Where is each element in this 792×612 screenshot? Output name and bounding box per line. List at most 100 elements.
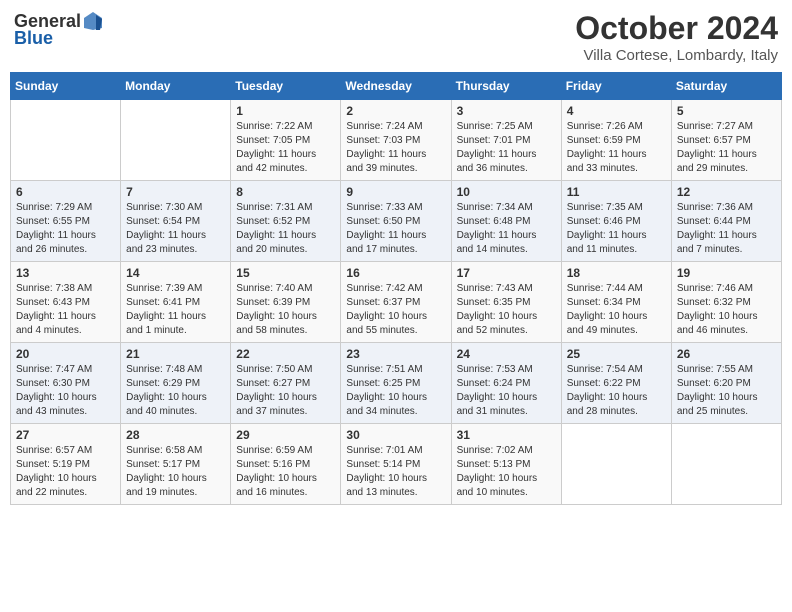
day-number: 6 (16, 185, 115, 199)
day-number: 15 (236, 266, 335, 280)
day-info: Sunrise: 7:47 AMSunset: 6:30 PMDaylight:… (16, 363, 115, 419)
calendar-cell: 14Sunrise: 7:39 AMSunset: 6:41 PMDayligh… (121, 262, 231, 343)
day-info: Sunrise: 6:59 AMSunset: 5:16 PMDaylight:… (236, 444, 335, 500)
day-number: 17 (457, 266, 556, 280)
day-info: Sunrise: 7:33 AMSunset: 6:50 PMDaylight:… (346, 201, 445, 257)
day-info: Sunrise: 7:43 AMSunset: 6:35 PMDaylight:… (457, 282, 556, 338)
day-number: 30 (346, 428, 445, 442)
day-info: Sunrise: 7:22 AMSunset: 7:05 PMDaylight:… (236, 120, 335, 176)
day-info: Sunrise: 6:57 AMSunset: 5:19 PMDaylight:… (16, 444, 115, 500)
calendar-cell: 1 Sunrise: 7:22 AMSunset: 7:05 PMDaylight… (231, 100, 341, 181)
calendar-cell: 31 Sunrise: 7:02 AMSunset: 5:13 PMDayligh… (451, 424, 561, 505)
day-number: 20 (16, 347, 115, 361)
day-info: Sunrise: 7:39 AMSunset: 6:41 PMDaylight:… (126, 282, 225, 338)
day-number: 13 (16, 266, 115, 280)
calendar-cell: 18 Sunrise: 7:44 AMSunset: 6:34 PMDayligh… (561, 262, 671, 343)
day-number: 1 (236, 104, 335, 118)
title-section: October 2024 Villa Cortese, Lombardy, It… (575, 10, 778, 64)
day-number: 31 (457, 428, 556, 442)
calendar-cell: 5 Sunrise: 7:27 AMSunset: 6:57 PMDaylight… (671, 100, 781, 181)
weekday-header-sunday: Sunday (11, 73, 121, 100)
day-info: Sunrise: 7:27 AMSunset: 6:57 PMDaylight:… (677, 120, 776, 176)
day-info: Sunrise: 7:48 AMSunset: 6:29 PMDaylight:… (126, 363, 225, 419)
weekday-header-tuesday: Tuesday (231, 73, 341, 100)
day-number: 29 (236, 428, 335, 442)
logo-blue: Blue (14, 28, 53, 49)
day-number: 28 (126, 428, 225, 442)
day-info: Sunrise: 7:36 AMSunset: 6:44 PMDaylight:… (677, 201, 776, 257)
day-number: 26 (677, 347, 776, 361)
day-info: Sunrise: 7:30 AMSunset: 6:54 PMDaylight:… (126, 201, 225, 257)
weekday-header-monday: Monday (121, 73, 231, 100)
day-number: 3 (457, 104, 556, 118)
calendar-week-row: 13 Sunrise: 7:38 AMSunset: 6:43 PMDayligh… (11, 262, 782, 343)
calendar-cell (11, 100, 121, 181)
calendar-cell (671, 424, 781, 505)
day-number: 2 (346, 104, 445, 118)
day-number: 18 (567, 266, 666, 280)
day-number: 23 (346, 347, 445, 361)
day-number: 11 (567, 185, 666, 199)
calendar-cell (561, 424, 671, 505)
calendar-cell: 25 Sunrise: 7:54 AMSunset: 6:22 PMDayligh… (561, 343, 671, 424)
calendar-cell: 27 Sunrise: 6:57 AMSunset: 5:19 PMDayligh… (11, 424, 121, 505)
calendar-cell: 4 Sunrise: 7:26 AMSunset: 6:59 PMDaylight… (561, 100, 671, 181)
day-info: Sunrise: 7:31 AMSunset: 6:52 PMDaylight:… (236, 201, 335, 257)
day-info: Sunrise: 7:38 AMSunset: 6:43 PMDaylight:… (16, 282, 115, 338)
calendar-cell: 28Sunrise: 6:58 AMSunset: 5:17 PMDayligh… (121, 424, 231, 505)
day-info: Sunrise: 7:35 AMSunset: 6:46 PMDaylight:… (567, 201, 666, 257)
day-number: 8 (236, 185, 335, 199)
day-info: Sunrise: 7:55 AMSunset: 6:20 PMDaylight:… (677, 363, 776, 419)
day-number: 27 (16, 428, 115, 442)
calendar-cell: 20 Sunrise: 7:47 AMSunset: 6:30 PMDayligh… (11, 343, 121, 424)
day-info: Sunrise: 7:40 AMSunset: 6:39 PMDaylight:… (236, 282, 335, 338)
day-info: Sunrise: 7:53 AMSunset: 6:24 PMDaylight:… (457, 363, 556, 419)
calendar-cell: 6Sunrise: 7:29 AMSunset: 6:55 PMDaylight… (11, 181, 121, 262)
day-info: Sunrise: 7:50 AMSunset: 6:27 PMDaylight:… (236, 363, 335, 419)
calendar-cell: 7Sunrise: 7:30 AMSunset: 6:54 PMDaylight… (121, 181, 231, 262)
calendar-cell: 17 Sunrise: 7:43 AMSunset: 6:35 PMDayligh… (451, 262, 561, 343)
day-number: 24 (457, 347, 556, 361)
day-info: Sunrise: 7:25 AMSunset: 7:01 PMDaylight:… (457, 120, 556, 176)
weekday-header-friday: Friday (561, 73, 671, 100)
calendar-cell: 22 Sunrise: 7:50 AMSunset: 6:27 PMDayligh… (231, 343, 341, 424)
day-number: 4 (567, 104, 666, 118)
day-info: Sunrise: 7:24 AMSunset: 7:03 PMDaylight:… (346, 120, 445, 176)
day-info: Sunrise: 7:54 AMSunset: 6:22 PMDaylight:… (567, 363, 666, 419)
calendar-week-row: 20 Sunrise: 7:47 AMSunset: 6:30 PMDayligh… (11, 343, 782, 424)
calendar-cell: 12Sunrise: 7:36 AMSunset: 6:44 PMDayligh… (671, 181, 781, 262)
calendar-cell: 30 Sunrise: 7:01 AMSunset: 5:14 PMDayligh… (341, 424, 451, 505)
day-info: Sunrise: 7:51 AMSunset: 6:25 PMDaylight:… (346, 363, 445, 419)
day-info: Sunrise: 7:34 AMSunset: 6:48 PMDaylight:… (457, 201, 556, 257)
day-info: Sunrise: 7:44 AMSunset: 6:34 PMDaylight:… (567, 282, 666, 338)
day-number: 9 (346, 185, 445, 199)
calendar-cell: 21 Sunrise: 7:48 AMSunset: 6:29 PMDayligh… (121, 343, 231, 424)
calendar-header-row: SundayMondayTuesdayWednesdayThursdayFrid… (11, 73, 782, 100)
calendar-cell: 29 Sunrise: 6:59 AMSunset: 5:16 PMDayligh… (231, 424, 341, 505)
day-info: Sunrise: 7:26 AMSunset: 6:59 PMDaylight:… (567, 120, 666, 176)
month-title: October 2024 (575, 10, 778, 47)
calendar-cell: 16Sunrise: 7:42 AMSunset: 6:37 PMDayligh… (341, 262, 451, 343)
day-number: 25 (567, 347, 666, 361)
calendar-table: SundayMondayTuesdayWednesdayThursdayFrid… (10, 72, 782, 505)
day-number: 22 (236, 347, 335, 361)
header: General Blue October 2024 Villa Cortese,… (10, 10, 782, 64)
day-number: 5 (677, 104, 776, 118)
calendar-cell: 10Sunrise: 7:34 AMSunset: 6:48 PMDayligh… (451, 181, 561, 262)
calendar-cell: 23 Sunrise: 7:51 AMSunset: 6:25 PMDayligh… (341, 343, 451, 424)
calendar-cell: 3 Sunrise: 7:25 AMSunset: 7:01 PMDaylight… (451, 100, 561, 181)
day-info: Sunrise: 7:01 AMSunset: 5:14 PMDaylight:… (346, 444, 445, 500)
calendar-cell: 15 Sunrise: 7:40 AMSunset: 6:39 PMDayligh… (231, 262, 341, 343)
day-info: Sunrise: 7:46 AMSunset: 6:32 PMDaylight:… (677, 282, 776, 338)
calendar-cell: 24 Sunrise: 7:53 AMSunset: 6:24 PMDayligh… (451, 343, 561, 424)
calendar-cell (121, 100, 231, 181)
calendar-cell: 19Sunrise: 7:46 AMSunset: 6:32 PMDayligh… (671, 262, 781, 343)
day-number: 21 (126, 347, 225, 361)
weekday-header-thursday: Thursday (451, 73, 561, 100)
day-info: Sunrise: 7:02 AMSunset: 5:13 PMDaylight:… (457, 444, 556, 500)
weekday-header-saturday: Saturday (671, 73, 781, 100)
calendar-week-row: 1 Sunrise: 7:22 AMSunset: 7:05 PMDaylight… (11, 100, 782, 181)
calendar-cell: 2 Sunrise: 7:24 AMSunset: 7:03 PMDaylight… (341, 100, 451, 181)
location-subtitle: Villa Cortese, Lombardy, Italy (575, 47, 778, 64)
calendar-cell: 8 Sunrise: 7:31 AMSunset: 6:52 PMDaylight… (231, 181, 341, 262)
